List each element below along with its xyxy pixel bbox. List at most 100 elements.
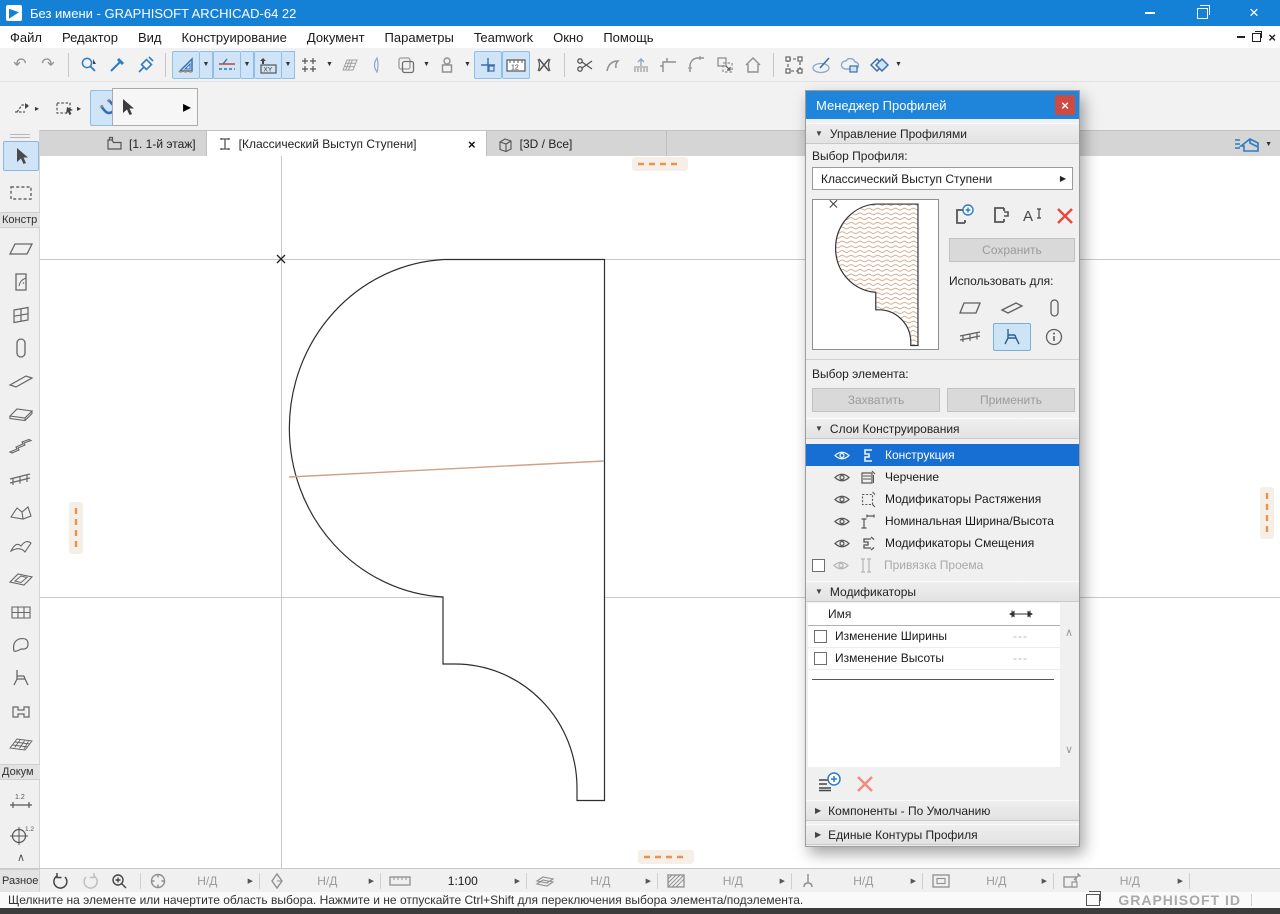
tool-skylight[interactable] bbox=[3, 564, 39, 594]
layer-row-offset-modifiers[interactable]: Модификаторы Смещения bbox=[806, 532, 1079, 554]
stair-nosing-profile-outline[interactable] bbox=[289, 260, 604, 801]
layer-combination-segment[interactable]: Н/Д ▶ bbox=[527, 869, 657, 892]
eye-icon[interactable] bbox=[834, 494, 850, 505]
snap-guides-button[interactable] bbox=[213, 51, 241, 79]
tool-door[interactable] bbox=[3, 267, 39, 297]
capture-button[interactable]: Захватить bbox=[812, 388, 940, 412]
bimcloud-button[interactable] bbox=[836, 51, 864, 79]
layer-row-opening-reference[interactable]: Привязка Проема bbox=[806, 554, 1079, 576]
tool-object[interactable] bbox=[3, 663, 39, 693]
mirrored-grid-button[interactable] bbox=[364, 51, 392, 79]
minimize-button[interactable] bbox=[1124, 0, 1176, 26]
teamwork-palettes-button[interactable] bbox=[864, 51, 892, 79]
pick-up-parameters-button[interactable] bbox=[103, 51, 131, 79]
tool-stair[interactable] bbox=[3, 432, 39, 462]
tool-level-dimension[interactable]: 1.2 bbox=[3, 819, 39, 849]
layer-row-drafting[interactable]: Черчение bbox=[806, 466, 1079, 488]
marquee-method-button[interactable]: ▸ bbox=[48, 90, 88, 126]
tool-dimension[interactable]: 1.2 bbox=[3, 786, 39, 816]
suspend-groups-dropdown[interactable]: ▼ bbox=[461, 52, 474, 78]
panel-design-layers[interactable]: ▼ Слои Конструирования bbox=[806, 418, 1079, 439]
tool-window[interactable] bbox=[3, 300, 39, 330]
apply-button[interactable]: Применить bbox=[947, 388, 1075, 412]
tab-floor-plan[interactable]: [1. 1-й этаж] bbox=[95, 131, 207, 157]
profile-editor-canvas[interactable] bbox=[40, 156, 1280, 868]
find-select-button[interactable] bbox=[75, 51, 103, 79]
menu-document[interactable]: Документ bbox=[297, 26, 375, 48]
mdi-minimize-icon[interactable] bbox=[1237, 36, 1245, 38]
menu-view[interactable]: Вид bbox=[128, 26, 172, 48]
eye-icon[interactable] bbox=[834, 450, 850, 461]
profile-select-combo[interactable]: Классический Выступ Ступени ▶ bbox=[812, 167, 1073, 190]
delete-modifier-button[interactable] bbox=[854, 773, 876, 795]
arrow-tool-flyout[interactable]: ▸ bbox=[112, 88, 198, 126]
grid-snap-button[interactable] bbox=[295, 51, 323, 79]
tool-zone[interactable] bbox=[3, 696, 39, 726]
toolbox-scroll-more[interactable]: ∧ bbox=[3, 848, 39, 866]
width-modifier-checkbox[interactable] bbox=[814, 630, 827, 643]
orientation-segment[interactable]: Н/Д ▶ bbox=[141, 869, 259, 892]
tool-mesh[interactable] bbox=[3, 729, 39, 759]
panel-modifiers[interactable]: ▼ Модификаторы bbox=[806, 581, 1079, 602]
add-modifier-button[interactable] bbox=[816, 771, 844, 795]
toolbox-section-construction[interactable]: Констр bbox=[0, 212, 40, 228]
tool-morph[interactable] bbox=[3, 630, 39, 660]
split-button[interactable] bbox=[571, 51, 599, 79]
new-profile-button[interactable] bbox=[949, 203, 977, 229]
close-button[interactable]: × bbox=[1228, 0, 1280, 26]
adjust-button[interactable] bbox=[599, 51, 627, 79]
tab-close-icon[interactable]: × bbox=[468, 137, 476, 152]
tab-profile-editor[interactable]: [Классический Выступ Ступени] × bbox=[207, 131, 487, 157]
coordinates-dropdown[interactable]: ▼ bbox=[282, 51, 295, 79]
tab-3d[interactable]: [3D / Все] bbox=[487, 131, 667, 157]
edit-selection-set-button[interactable] bbox=[780, 51, 808, 79]
scroll-up-arrow[interactable]: ∧ bbox=[1061, 626, 1077, 639]
toolbox-section-document[interactable]: Докум bbox=[0, 764, 40, 780]
toolbox-section-misc[interactable]: Разное bbox=[0, 869, 40, 892]
dimension-style-segment[interactable]: Н/Д ▶ bbox=[792, 869, 922, 892]
layer-row-construction[interactable]: Конструкция bbox=[806, 444, 1079, 466]
inject-parameters-button[interactable] bbox=[131, 51, 159, 79]
tool-marquee[interactable] bbox=[3, 178, 39, 208]
model-view-segment[interactable]: Н/Д ▶ bbox=[658, 869, 791, 892]
fillet-button[interactable] bbox=[683, 51, 711, 79]
use-for-info[interactable] bbox=[1035, 323, 1073, 351]
highlight-button[interactable] bbox=[808, 51, 836, 79]
tool-beam[interactable] bbox=[3, 366, 39, 396]
dialog-close-button[interactable]: × bbox=[1055, 95, 1075, 115]
zoom-in-button[interactable] bbox=[110, 872, 129, 890]
frame-segment[interactable]: Н/Д ▶ bbox=[923, 869, 1053, 892]
dialog-title-bar[interactable]: Менеджер Профилей × bbox=[806, 91, 1079, 119]
tool-arrow[interactable] bbox=[3, 141, 39, 171]
redo-button[interactable]: ↷ bbox=[34, 51, 62, 79]
scale-segment[interactable]: 1:100 ▶ bbox=[381, 869, 526, 892]
grid-snap-dropdown[interactable]: ▼ bbox=[323, 52, 336, 78]
onion-skin-button[interactable] bbox=[392, 51, 420, 79]
skewed-grid-button[interactable] bbox=[336, 51, 364, 79]
layer-row-nominal-size[interactable]: Номинальная Ширина/Высота bbox=[806, 510, 1079, 532]
elevate-button[interactable] bbox=[627, 51, 655, 79]
use-for-object[interactable] bbox=[993, 323, 1031, 351]
mdi-close-icon[interactable]: × bbox=[1268, 31, 1276, 44]
nav-forward-button[interactable] bbox=[81, 872, 100, 890]
teamwork-palettes-dropdown[interactable]: ▼ bbox=[892, 52, 905, 78]
guide-lines-dropdown[interactable]: ▼ bbox=[200, 51, 213, 79]
trim-button[interactable] bbox=[655, 51, 683, 79]
tool-wall[interactable] bbox=[3, 234, 39, 264]
use-for-column[interactable] bbox=[1035, 294, 1073, 322]
undo-button[interactable]: ↶ bbox=[6, 51, 34, 79]
panel-manage-profiles[interactable]: ▼ Управление Профилями bbox=[806, 123, 1079, 144]
eye-icon[interactable] bbox=[834, 516, 850, 527]
eye-icon[interactable] bbox=[834, 538, 850, 549]
graphisoft-id[interactable]: GRAPHISOFT ID bbox=[1118, 892, 1241, 908]
menu-design[interactable]: Конструирование bbox=[171, 26, 296, 48]
modifier-row-height[interactable]: Изменение Высоты --- bbox=[808, 647, 1060, 670]
nav-back-button[interactable] bbox=[51, 872, 70, 890]
save-button[interactable]: Сохранить bbox=[949, 238, 1075, 262]
renovation-segment[interactable]: Н/Д ▶ bbox=[1054, 869, 1189, 892]
use-for-beam[interactable] bbox=[993, 294, 1031, 322]
menu-file[interactable]: Файл bbox=[0, 26, 52, 48]
mdi-restore-icon[interactable] bbox=[1252, 33, 1261, 42]
resize-button[interactable] bbox=[711, 51, 739, 79]
eye-icon[interactable] bbox=[834, 472, 850, 483]
